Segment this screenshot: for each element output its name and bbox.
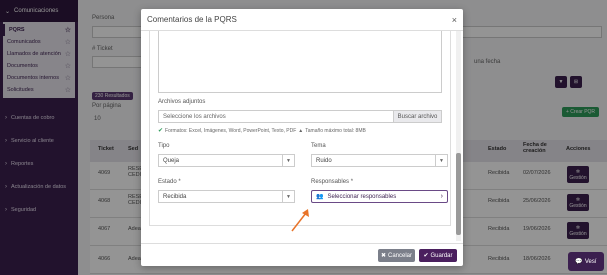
cancel-label: Cancelar xyxy=(388,252,413,259)
close-icon: ✖ xyxy=(380,253,386,259)
estado-select[interactable]: Recibida ▼ xyxy=(158,190,295,203)
tipo-select[interactable]: Queja ▼ xyxy=(158,154,295,167)
close-icon[interactable]: × xyxy=(452,15,457,25)
estado-value: Recibida xyxy=(163,193,187,200)
modal-scrollbar[interactable] xyxy=(456,31,461,241)
modal-title: Comentarios de la PQRS xyxy=(147,15,237,24)
chevron-right-icon: › xyxy=(440,193,443,200)
cancel-button[interactable]: ✖ Cancelar xyxy=(378,249,415,262)
formats-hint: Formatos: Excel, Imágenes, Word, PowerPo… xyxy=(165,127,297,134)
scrollbar-thumb[interactable] xyxy=(456,153,461,235)
file-input[interactable]: Seleccione los archivos Buscar archivo xyxy=(158,110,442,123)
modal-header: Comentarios de la PQRS × xyxy=(141,9,463,31)
estado-label: Estado * xyxy=(158,179,181,185)
chevron-down-icon: ▼ xyxy=(435,154,447,167)
save-label: Guardar xyxy=(430,252,453,259)
browse-file-button[interactable]: Buscar archivo xyxy=(393,111,441,122)
check-circle-icon: ✔ xyxy=(158,128,164,134)
tipo-value: Queja xyxy=(163,157,180,164)
chevron-down-icon: ▼ xyxy=(282,190,294,203)
file-hint: ✔ Formatos: Excel, Imágenes, Word, Power… xyxy=(158,127,452,135)
form-panel: Archivos adjuntos Seleccione los archivo… xyxy=(149,31,451,226)
tipo-label: Tipo xyxy=(158,143,170,149)
file-placeholder: Seleccione los archivos xyxy=(163,113,226,120)
chat-label: Vesí xyxy=(584,258,597,265)
warning-icon: ▲ xyxy=(298,127,304,134)
comment-textarea[interactable] xyxy=(158,31,442,93)
tema-label: Tema xyxy=(311,143,326,149)
select-responsables-button[interactable]: 👥 Seleccionar responsables › xyxy=(311,190,448,203)
modal-footer: ✖ Cancelar ✔ Guardar xyxy=(141,243,463,266)
tema-select[interactable]: Ruido ▼ xyxy=(311,154,448,167)
save-button[interactable]: ✔ Guardar xyxy=(419,249,457,262)
responsables-button-label: Seleccionar responsables xyxy=(327,193,397,200)
size-hint: Tamaño máximo total: 8MB xyxy=(305,127,366,134)
annotation-arrow-icon xyxy=(291,209,309,232)
archivos-label: Archivos adjuntos xyxy=(158,99,206,105)
tema-value: Ruido xyxy=(316,157,332,164)
chevron-down-icon: ▼ xyxy=(282,154,294,167)
chat-icon: 💬 xyxy=(575,259,583,265)
check-icon: ✔ xyxy=(423,253,429,259)
chat-button[interactable]: 💬 Vesí xyxy=(568,252,604,271)
users-icon: 👥 xyxy=(316,194,324,200)
responsables-label: Responsables * xyxy=(311,179,354,185)
